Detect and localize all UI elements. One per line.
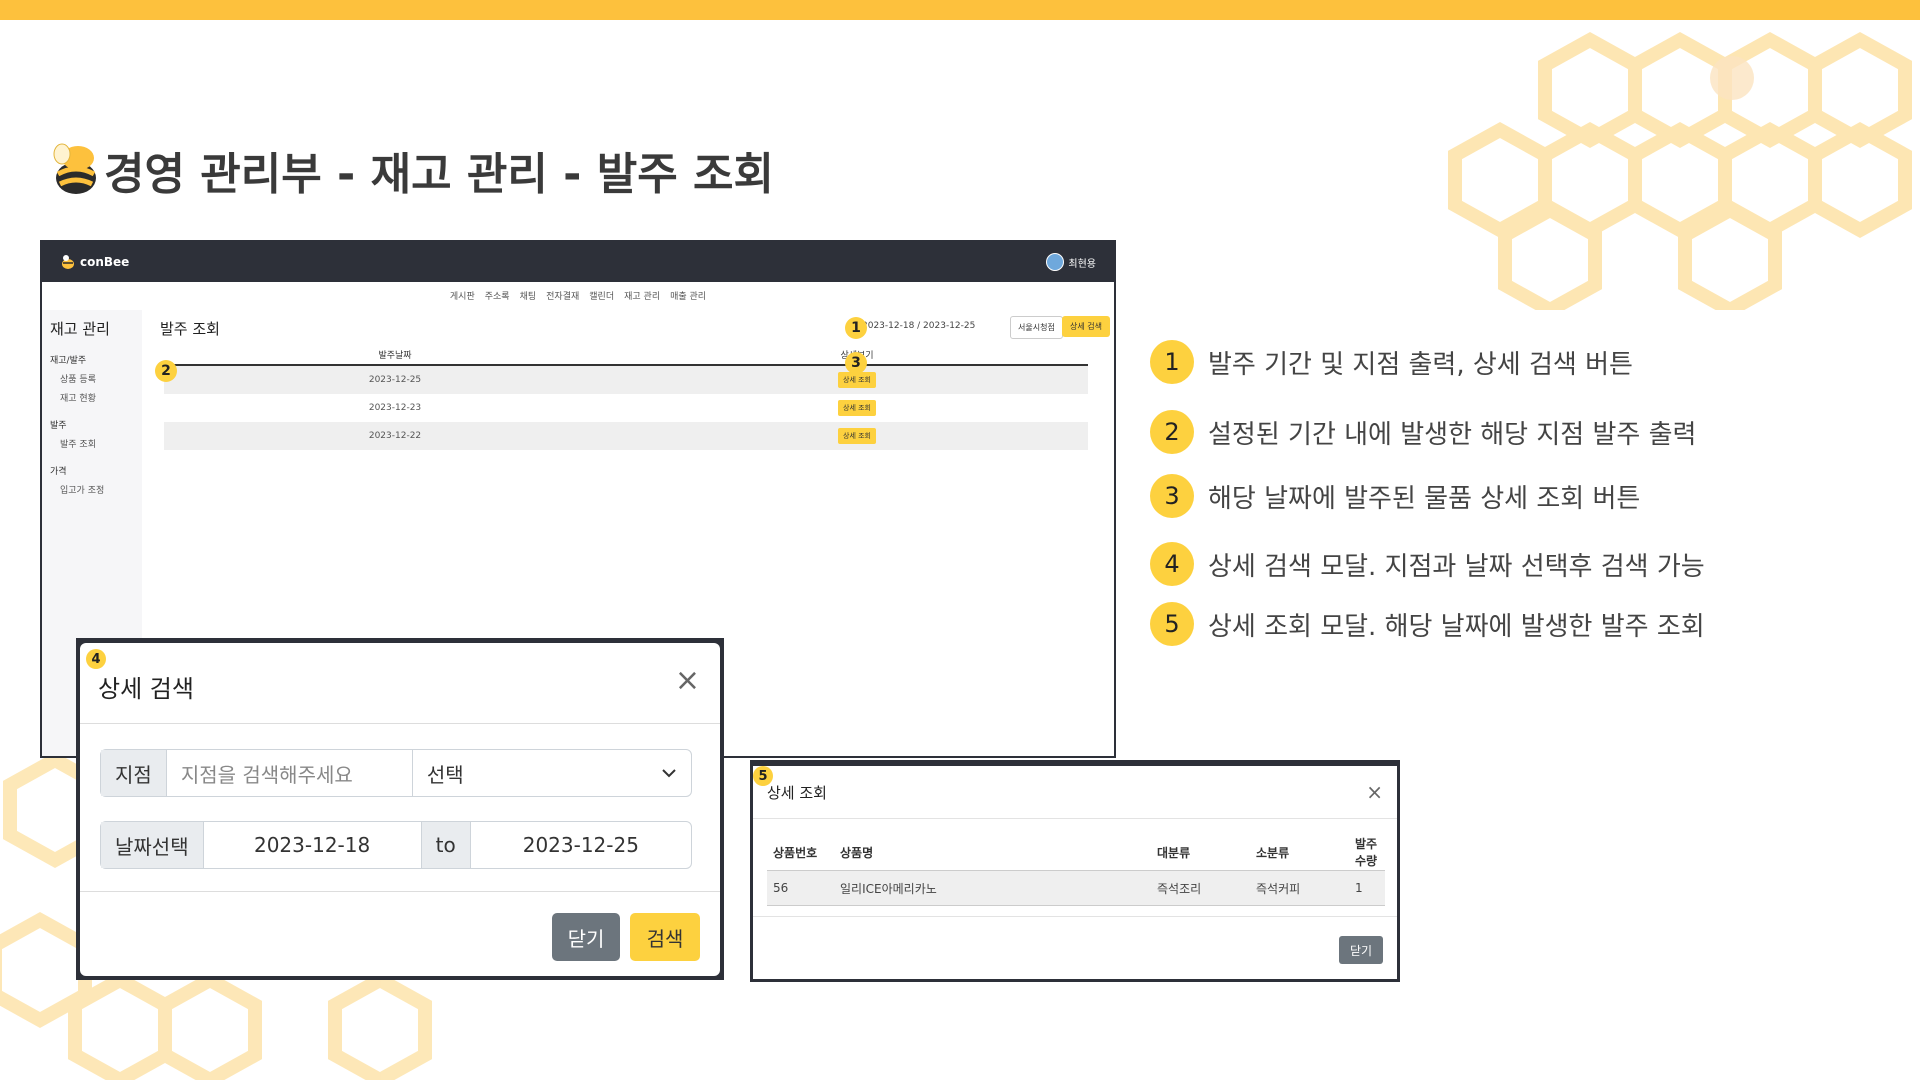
- page-title: 발주 조회: [160, 320, 220, 338]
- subcategory: 즉석커피: [1250, 870, 1349, 906]
- branch-select[interactable]: 선택: [413, 750, 691, 796]
- legend-item: 3 해당 날짜에 발주된 물품 상세 조회 버튼: [1150, 474, 1640, 518]
- nav-item-inventory[interactable]: 재고 관리: [624, 289, 660, 302]
- user-menu[interactable]: 최현용: [1046, 253, 1096, 271]
- sidebar-group-price: 가격: [50, 467, 67, 477]
- branch-button[interactable]: 서울시청점: [1010, 316, 1063, 339]
- column-header-quantity: 발주수량: [1355, 837, 1378, 868]
- slide-title-text: 경영 관리부 - 재고 관리 - 발주 조회: [104, 149, 774, 200]
- legend-text: 설정된 기간 내에 발생한 해당 지점 발주 출력: [1208, 419, 1697, 450]
- legend-item: 5 상세 조회 모달. 해당 날짜에 발생한 발주 조회: [1150, 602, 1705, 646]
- top-nav: 게시판 주소록 채팅 전자결재 캘린더 재고 관리 매출 관리: [42, 282, 1114, 308]
- honeycomb-decoration-top: [1448, 31, 1912, 310]
- annotation-badge-2: 2: [155, 360, 177, 382]
- sidebar-group-stock: 재고/발주: [50, 356, 87, 366]
- sidebar-title: 재고 관리: [50, 320, 110, 338]
- legend-text: 해당 날짜에 발주된 물품 상세 조회 버튼: [1208, 483, 1641, 514]
- detail-view-button[interactable]: 상세 조회: [838, 372, 876, 388]
- order-date: 2023-12-23: [368, 403, 422, 413]
- nav-item-sales[interactable]: 매출 관리: [670, 289, 706, 302]
- close-button[interactable]: 닫기: [1339, 936, 1383, 964]
- detail-view-modal: 5 상세 조회 × 상품번호 상품명 대분류 소분류 발주수량 56 일리ICE…: [750, 760, 1400, 982]
- legend-number: 1: [1150, 340, 1194, 384]
- column-header-product-name: 상품명: [840, 845, 874, 860]
- annotation-badge-3: 3: [845, 352, 867, 374]
- detail-view-button[interactable]: 상세 조회: [838, 400, 876, 416]
- period-display: 2023-12-18 / 2023-12-25: [862, 321, 976, 331]
- start-date-input[interactable]: 2023-12-18: [204, 822, 422, 868]
- legend-item: 4 상세 검색 모달. 지점과 날짜 선택후 검색 가능: [1150, 542, 1705, 586]
- slide-title: 경영 관리부 - 재고 관리 - 발주 조회: [48, 138, 774, 202]
- detail-view-button[interactable]: 상세 조회: [838, 428, 876, 444]
- order-detail-table: 상품번호 상품명 대분류 소분류 발주수량 56 일리ICE아메리카노 즉석조리…: [767, 834, 1385, 906]
- nav-item-calendar[interactable]: 캘린더: [589, 289, 614, 302]
- divider: [753, 818, 1397, 819]
- divider: [753, 916, 1397, 917]
- column-header-date: 발주날짜: [164, 344, 626, 366]
- product-no: 56: [767, 870, 834, 906]
- legend-text: 발주 기간 및 지점 출력, 상세 검색 버튼: [1208, 349, 1633, 380]
- modal-title: 상세 검색: [98, 675, 194, 703]
- annotation-badge-1: 1: [845, 317, 867, 339]
- legend-text: 상세 검색 모달. 지점과 날짜 선택후 검색 가능: [1208, 551, 1705, 582]
- table-row: 2023-12-23 상세 조회: [164, 394, 1088, 422]
- top-accent-bar: [0, 0, 1920, 20]
- sidebar-item-order-view[interactable]: 발주 조회: [50, 431, 134, 450]
- column-header-category: 대분류: [1157, 845, 1191, 860]
- detail-search-button[interactable]: 상세 검색: [1062, 316, 1110, 337]
- order-date: 2023-12-25: [164, 365, 626, 394]
- legend-number: 5: [1150, 602, 1194, 646]
- legend-number: 3: [1150, 474, 1194, 518]
- branch-search-input[interactable]: 지점을 검색해주세요: [167, 750, 413, 796]
- column-header-subcategory: 소분류: [1256, 845, 1290, 860]
- detail-search-modal: 4 상세 검색 × 지점 지점을 검색해주세요 선택 날짜선택 2023-12-…: [76, 638, 724, 980]
- divider: [80, 723, 720, 724]
- column-header-product-no: 상품번호: [773, 845, 818, 860]
- app-logo-text: conBee: [80, 255, 130, 269]
- legend-item: 1 발주 기간 및 지점 출력, 상세 검색 버튼: [1150, 340, 1633, 384]
- table-row: 2023-12-22 상세 조회: [164, 422, 1088, 450]
- product-name: 일리ICE아메리카노: [834, 870, 1151, 906]
- date-input-group: 날짜선택 2023-12-18 to 2023-12-25: [100, 821, 692, 869]
- nav-item-board[interactable]: 게시판: [450, 289, 475, 302]
- divider: [80, 891, 720, 892]
- app-header: conBee 최현용: [42, 242, 1114, 282]
- close-button[interactable]: 닫기: [552, 913, 620, 961]
- bee-icon: [53, 143, 96, 194]
- legend-item: 2 설정된 기간 내에 발생한 해당 지점 발주 출력: [1150, 410, 1696, 454]
- legend-number: 4: [1150, 542, 1194, 586]
- to-label: to: [421, 822, 471, 868]
- legend-text: 상세 조회 모달. 해당 날짜에 발생한 발주 조회: [1208, 611, 1705, 642]
- sidebar-item-stock-status[interactable]: 재고 현황: [50, 385, 134, 404]
- app-logo[interactable]: conBee: [60, 254, 129, 270]
- nav-item-contacts[interactable]: 주소록: [485, 289, 510, 302]
- modal-title: 상세 조회: [767, 784, 827, 802]
- sidebar-item-product-register[interactable]: 상품 등록: [50, 366, 134, 385]
- table-row: 2023-12-25 상세 조회: [164, 365, 1088, 394]
- order-table: 발주날짜 상세보기 2023-12-25 상세 조회 2023-12-23 상세…: [164, 344, 1088, 450]
- legend-number: 2: [1150, 410, 1194, 454]
- quantity: 1: [1349, 870, 1385, 906]
- sidebar-group-order: 발주: [50, 421, 67, 431]
- date-label: 날짜선택: [101, 822, 204, 868]
- table-row: 56 일리ICE아메리카노 즉석조리 즉석커피 1: [767, 870, 1385, 906]
- user-name: 최현용: [1068, 258, 1096, 270]
- annotation-badge-4: 4: [86, 649, 106, 669]
- branch-label: 지점: [101, 750, 167, 796]
- category: 즉석조리: [1151, 870, 1250, 906]
- nav-item-approval[interactable]: 전자결재: [546, 289, 579, 302]
- logo-bee-icon: [62, 255, 74, 269]
- nav-item-chat[interactable]: 채팅: [520, 289, 537, 302]
- branch-select-value: 선택: [426, 762, 464, 787]
- order-date: 2023-12-22: [164, 422, 626, 450]
- avatar: [1046, 253, 1065, 271]
- search-button[interactable]: 검색: [630, 913, 700, 961]
- branch-input-group: 지점 지점을 검색해주세요 선택: [100, 749, 692, 797]
- close-icon[interactable]: ×: [1366, 780, 1383, 804]
- sidebar-item-cost-adjust[interactable]: 입고가 조정: [50, 477, 134, 496]
- close-icon[interactable]: ×: [675, 666, 700, 696]
- end-date-input[interactable]: 2023-12-25: [471, 822, 691, 868]
- chevron-down-icon: [662, 769, 676, 778]
